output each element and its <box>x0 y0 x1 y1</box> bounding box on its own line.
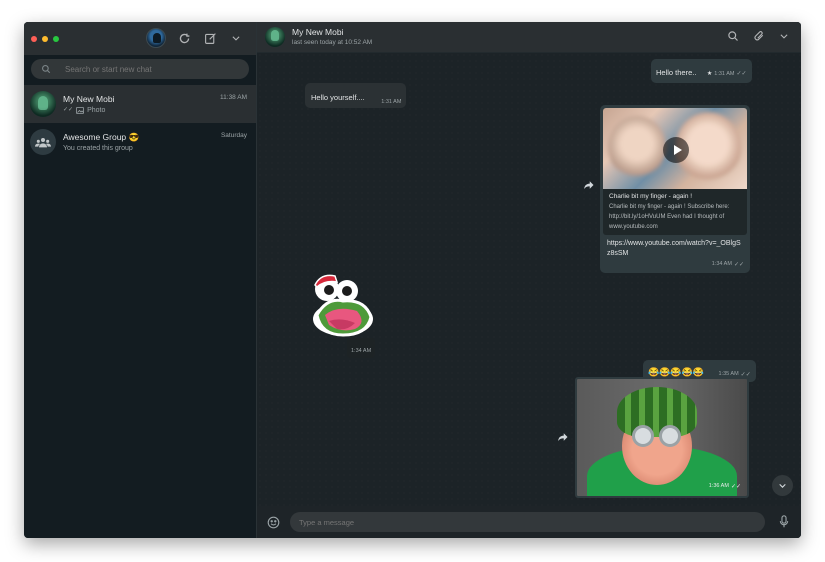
emoji-icon[interactable] <box>267 516 280 529</box>
message-bubble-link[interactable]: Charlie bit my finger - again ! Charlie … <box>600 105 750 273</box>
message-meta: ★ 1:31 AM ✓✓ <box>706 70 747 78</box>
compose-icon <box>204 32 216 44</box>
message-time: 1:36 AM <box>708 483 729 489</box>
contact-avatar[interactable] <box>265 27 285 47</box>
search-bar <box>24 55 256 85</box>
message-text: Hello yourself.... <box>311 93 365 102</box>
search-icon <box>42 65 51 74</box>
search-icon[interactable] <box>727 30 739 42</box>
double-check-icon: ✓✓ <box>736 71 747 77</box>
chat-list-item[interactable]: My New Mobi ✓✓ Photo 11:38 AM <box>24 85 256 123</box>
group-icon <box>35 138 51 148</box>
message-input[interactable] <box>290 512 765 532</box>
conversation-panel: My New Mobi last seen today at 10:52 AM … <box>257 22 801 538</box>
sidebar: My New Mobi ✓✓ Photo 11:38 AM Awesome Gr… <box>24 22 257 538</box>
contact-name: My New Mobi <box>292 27 344 37</box>
play-icon[interactable] <box>663 137 689 163</box>
status-button[interactable] <box>176 30 192 46</box>
message-meta: 1:31 AM <box>381 99 401 105</box>
chat-preview-text: Photo <box>87 106 106 114</box>
message-meta: 1:36 AM ✓✓ <box>709 474 741 492</box>
message-time: 1:31 AM <box>381 99 402 105</box>
chevron-down-icon[interactable] <box>779 30 789 42</box>
contact-status: last seen today at 10:52 AM <box>292 39 373 46</box>
message-meta: 1:34 AM <box>347 338 376 358</box>
app-window: My New Mobi ✓✓ Photo 11:38 AM Awesome Gr… <box>24 22 801 538</box>
search-input[interactable] <box>65 64 215 74</box>
photo-goggle <box>659 425 681 447</box>
message-text: Hello there.. <box>656 68 697 77</box>
message-bubble-out[interactable]: Hello there.. ★ 1:31 AM ✓✓ <box>651 59 752 83</box>
chat-preview-text: You created this group <box>63 144 133 152</box>
double-check-icon: ✓✓ <box>733 261 744 268</box>
chat-time: Saturday <box>220 132 247 139</box>
message-time: 1:34 AM <box>711 261 732 267</box>
forward-icon[interactable] <box>583 179 595 191</box>
contact-info: My New Mobi last seen today at 10:52 AM <box>292 27 372 47</box>
link-title: Charlie bit my finger - again ! <box>609 193 693 200</box>
scroll-to-bottom-button[interactable] <box>772 475 793 496</box>
attach-icon[interactable] <box>753 30 765 42</box>
avatar <box>30 91 56 117</box>
image-message[interactable]: 1:36 AM ✓✓ <box>575 377 749 498</box>
photo-icon <box>76 106 84 114</box>
chevron-down-icon <box>779 483 786 488</box>
close-window-button[interactable] <box>31 35 37 42</box>
message-text: 😂😂😂😂😂 <box>648 367 705 377</box>
double-check-icon: ✓✓ <box>63 106 74 113</box>
message-time: 1:31 AM <box>714 70 735 77</box>
photo-goggle <box>632 425 654 447</box>
header-actions <box>727 30 789 42</box>
microphone-icon[interactable] <box>779 515 789 528</box>
chat-preview: ✓✓ Photo <box>63 105 256 116</box>
thumbnail-face <box>608 116 666 178</box>
message-time: 1:34 AM <box>351 348 372 354</box>
new-chat-button[interactable] <box>202 30 218 46</box>
zoom-window-button[interactable] <box>53 35 59 42</box>
sidebar-header <box>24 22 256 55</box>
window-controls <box>31 35 59 42</box>
status-icon <box>179 33 189 43</box>
photo-subject-hat <box>617 387 697 437</box>
search-field-container <box>31 59 249 79</box>
chat-list-item[interactable]: Awesome Group 😎 You created this group S… <box>24 123 256 161</box>
star-icon: ★ <box>706 71 713 77</box>
message-composer <box>257 506 801 538</box>
frog-sticker[interactable] <box>307 269 379 339</box>
profile-avatar[interactable] <box>146 28 166 48</box>
chat-time: 11:38 AM <box>220 94 247 101</box>
link-description: Charlie bit my finger - again ! Subscrib… <box>609 204 730 230</box>
video-thumbnail[interactable] <box>603 108 747 189</box>
avatar <box>30 129 56 155</box>
menu-button[interactable] <box>228 30 244 46</box>
sidebar-actions <box>146 28 244 48</box>
double-check-icon: ✓✓ <box>730 483 741 490</box>
chevron-down-icon <box>232 36 240 41</box>
minimize-window-button[interactable] <box>42 35 48 42</box>
link-preview-card[interactable]: Charlie bit my finger - again ! Charlie … <box>603 108 747 235</box>
chat-preview: You created this group <box>63 143 256 154</box>
message-bubble-in[interactable]: Hello yourself.... 1:31 AM <box>305 83 407 108</box>
conversation-header[interactable]: My New Mobi last seen today at 10:52 AM <box>257 22 801 53</box>
forward-icon[interactable] <box>557 431 569 443</box>
